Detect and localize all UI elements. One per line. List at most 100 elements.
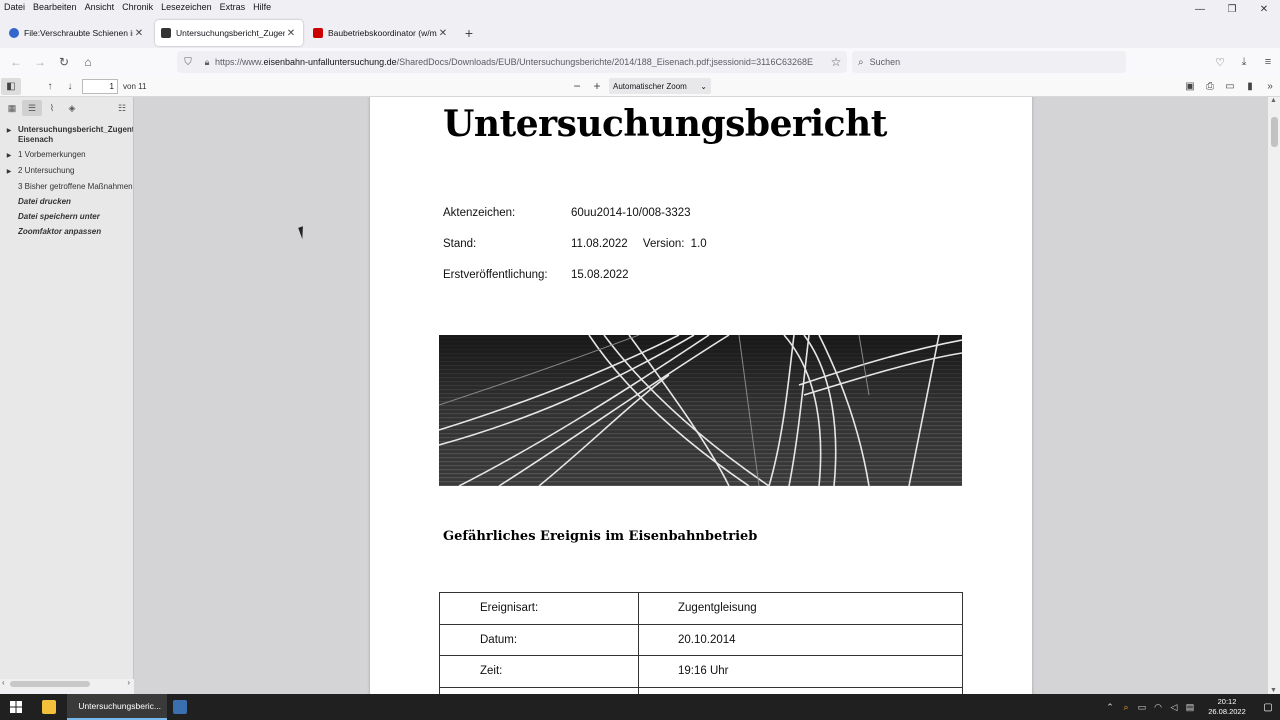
new-tab-icon[interactable]: + <box>459 25 479 41</box>
outline-item-document[interactable]: ▶ Untersuchungsbericht_Zugentgleisung Ei… <box>0 123 133 148</box>
outline-item-label: Zoomfaktor anpassen <box>18 227 102 236</box>
page-number-input[interactable]: 1 <box>82 78 118 94</box>
table-row <box>439 686 963 694</box>
scroll-down-icon[interactable]: ▼ <box>1270 687 1277 694</box>
railway-tracks-photo <box>439 335 962 486</box>
pdf-sidebar: ▦ ☰ ⌇ ◈ ☷ ▶ Untersuchungsbericht_Zugentg… <box>0 97 134 689</box>
outline-item-vorbemerkungen[interactable]: ▶ 1 Vorbemerkungen <box>0 148 133 164</box>
bookmark-icon[interactable]: ▮ <box>1240 78 1260 94</box>
meta-erstveroeffentlichung: Erstveröffentlichung: 15.08.2022 <box>443 269 629 281</box>
network-icon[interactable]: ▤ <box>1182 702 1198 713</box>
outline-item-massnahmen[interactable]: 3 Bisher getroffene Maßnahmen <box>0 180 133 195</box>
menu-chronik[interactable]: Chronik <box>122 2 153 12</box>
restore-icon[interactable]: ❐ <box>1216 0 1248 18</box>
folder-icon <box>42 700 56 714</box>
lock-icon[interactable]: 🔒︎ <box>199 57 215 68</box>
table-key: Zeit: <box>439 655 639 688</box>
zoom-out-icon[interactable]: − <box>569 78 585 94</box>
close-tab-icon[interactable]: ✕ <box>133 28 145 39</box>
menu-datei[interactable]: Datei <box>4 2 25 12</box>
tab-verschraubte-schienen[interactable]: File:Verschraubte Schienen in Jü ✕ <box>3 20 151 46</box>
meta-label: Aktenzeichen: <box>443 207 516 219</box>
search-tray-icon[interactable]: ⌕ <box>1118 702 1134 713</box>
scrollbar-thumb[interactable] <box>10 681 90 687</box>
url-text[interactable]: https://www.eisenbahn-unfalluntersuchung… <box>215 57 825 67</box>
table-key: Ereignisart: <box>439 592 639 625</box>
downloads-icon[interactable]: ⤓ <box>1232 56 1256 69</box>
home-icon[interactable]: ⌂ <box>76 55 100 69</box>
notification-icon[interactable]: ▢ <box>1256 702 1280 713</box>
page-up-icon[interactable]: ↑ <box>40 78 60 95</box>
file-explorer-icon[interactable] <box>36 694 67 720</box>
page-down-icon[interactable]: ↓ <box>60 78 80 95</box>
wifi-icon[interactable]: ◠ <box>1150 702 1166 713</box>
search-input[interactable]: ⌕ Suchen <box>852 51 1126 73</box>
pdf-viewer[interactable]: Untersuchungsbericht Aktenzeichen: 60uu20… <box>134 97 1268 694</box>
taskbar-firefox[interactable]: Untersuchungsberic... <box>67 694 167 720</box>
zoom-select[interactable]: Automatischer Zoom ⌄ <box>609 78 711 94</box>
search-placeholder: Suchen <box>869 57 901 67</box>
outline-item-datei-drucken[interactable]: Datei drucken <box>0 195 133 210</box>
windows-start-icon[interactable] <box>0 694 32 720</box>
menu-hilfe[interactable]: Hilfe <box>253 2 271 12</box>
reload-icon[interactable]: ↻ <box>52 55 76 69</box>
current-outline-item-icon[interactable]: ☷ <box>112 100 132 116</box>
scroll-left-icon[interactable]: ‹ <box>2 678 5 687</box>
hamburger-menu-icon[interactable]: ≡ <box>1256 56 1280 68</box>
minimize-icon[interactable]: — <box>1184 0 1216 18</box>
calculator-app-icon <box>173 700 187 714</box>
close-window-icon[interactable]: ✕ <box>1248 0 1280 18</box>
url-domain: eisenbahn-unfalluntersuchung.de <box>263 57 397 67</box>
calculator-icon[interactable] <box>167 694 198 720</box>
bookmark-star-icon[interactable]: ☆ <box>825 55 847 69</box>
sidebar-toggle-icon[interactable]: ◧ <box>1 77 21 95</box>
chevron-up-icon[interactable]: ⌃ <box>1102 702 1118 713</box>
layers-icon[interactable]: ◈ <box>62 100 82 116</box>
outline-item-zoomfaktor[interactable]: Zoomfaktor anpassen <box>0 225 133 240</box>
scrollbar-thumb[interactable] <box>1271 117 1278 147</box>
sidebar-horizontal-scrollbar[interactable]: ‹ › <box>0 678 134 689</box>
menu-lesezeichen[interactable]: Lesezeichen <box>161 2 212 12</box>
outline-item-untersuchung[interactable]: ▶ 2 Untersuchung <box>0 164 133 180</box>
outline-item-label: Untersuchungsbericht_Zugentgleisung Eise… <box>18 125 133 144</box>
zoom-in-icon[interactable]: + <box>589 78 605 94</box>
scroll-up-icon[interactable]: ▲ <box>1270 97 1277 104</box>
forward-icon[interactable]: → <box>28 55 52 69</box>
table-value: 20.10.2014 <box>638 623 963 656</box>
url-bar[interactable]: ⛉ 🔒︎ https://www.eisenbahn-unfalluntersu… <box>177 51 847 73</box>
scroll-right-icon[interactable]: › <box>127 678 130 687</box>
viewer-vertical-scrollbar[interactable]: ▲ ▼ <box>1268 97 1280 694</box>
more-tools-icon[interactable]: » <box>1260 78 1280 94</box>
thumbnails-icon[interactable]: ▦ <box>2 100 22 116</box>
outline-item-label: Datei drucken <box>18 197 71 206</box>
table-value <box>638 686 963 694</box>
battery-icon[interactable]: ▭ <box>1134 702 1150 713</box>
menu-extras[interactable]: Extras <box>220 2 246 12</box>
close-tab-icon[interactable]: ✕ <box>437 28 449 39</box>
clock-time: 20:12 <box>1217 697 1237 706</box>
outline-item-datei-speichern[interactable]: Datei speichern unter <box>0 210 133 225</box>
save-icon[interactable]: ▭ <box>1220 78 1240 94</box>
close-tab-icon[interactable]: ✕ <box>285 28 297 39</box>
back-icon[interactable]: ← <box>4 55 28 69</box>
presentation-mode-icon[interactable]: ▣ <box>1180 78 1200 94</box>
meta-version-value: 1.0 <box>690 238 707 250</box>
triangle-right-icon[interactable]: ▶ <box>0 125 18 145</box>
menu-bearbeiten[interactable]: Bearbeiten <box>33 2 77 12</box>
pocket-icon[interactable]: ♡ <box>1208 56 1232 69</box>
clock[interactable]: 20:12 26.08.2022 <box>1198 697 1256 717</box>
table-row: Ereignisart: Zugentgleisung <box>439 592 963 625</box>
tab-untersuchungsbericht[interactable]: Untersuchungsbericht_Zugentgleisung ✕ <box>155 20 303 46</box>
volume-icon[interactable]: ◁ <box>1166 702 1182 713</box>
outline-icon[interactable]: ☰ <box>22 100 42 116</box>
table-key: Datum: <box>439 623 639 656</box>
meta-aktenzeichen: Aktenzeichen: 60uu2014-10/008-3323 <box>443 207 691 219</box>
shield-icon[interactable]: ⛉ <box>177 57 199 68</box>
menu-ansicht[interactable]: Ansicht <box>85 2 115 12</box>
tab-baubetriebskoordinator[interactable]: Baubetriebskoordinator (w/m/d) ✕ <box>307 20 455 46</box>
triangle-right-icon[interactable]: ▶ <box>0 166 18 177</box>
print-icon[interactable]: ⎙ <box>1200 78 1220 94</box>
triangle-right-icon[interactable]: ▶ <box>0 150 18 161</box>
meta-value: 60uu2014-10/008-3323 <box>571 207 691 219</box>
attachments-icon[interactable]: ⌇ <box>42 100 62 116</box>
